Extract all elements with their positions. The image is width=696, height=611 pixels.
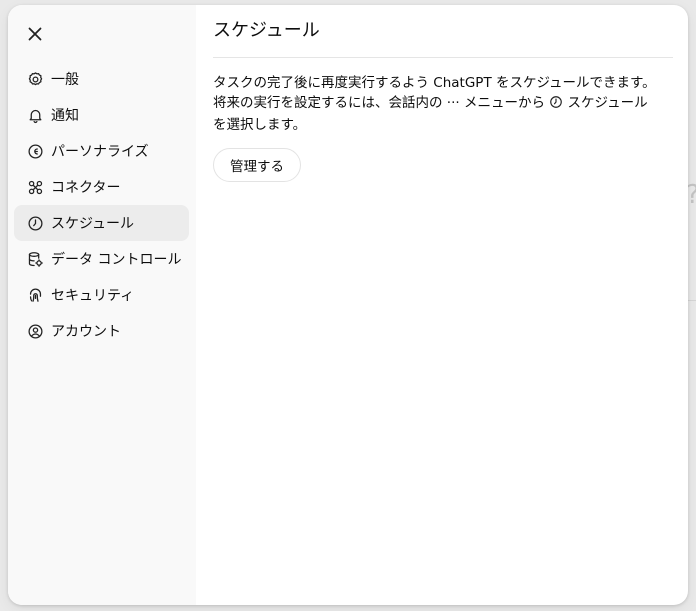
sidebar-item-label: 一般 — [51, 72, 79, 88]
background-divider — [688, 300, 696, 301]
description-line-2b: スケジュール — [563, 95, 648, 111]
settings-content: スケジュール タスクの完了後に再度実行するよう ChatGPT をスケジュールで… — [196, 5, 688, 605]
gear-icon — [26, 70, 44, 88]
title-divider — [213, 57, 673, 58]
sidebar-item-label: パーソナライズ — [51, 144, 149, 160]
manage-button[interactable]: 管理する — [213, 148, 301, 182]
database-icon — [26, 250, 44, 268]
connector-icon — [26, 178, 44, 196]
sidebar-item-label: アカウント — [51, 324, 121, 340]
personalize-icon — [26, 142, 44, 160]
sidebar-item-notifications[interactable]: 通知 — [14, 97, 189, 133]
user-circle-icon — [26, 322, 44, 340]
close-icon — [28, 27, 42, 41]
schedule-description: タスクの完了後に再度実行するよう ChatGPT をスケジュールできます。 将来… — [213, 73, 673, 135]
bell-icon — [26, 106, 44, 124]
sidebar-item-data-controls[interactable]: データ コントロール — [14, 241, 189, 277]
settings-nav: 一般 通知 パーソナライズ コネクター スケジュール データ コントロール セキ… — [14, 61, 189, 349]
description-line-3: を選択します。 — [213, 117, 307, 133]
description-line-2a: 将来の実行を設定するには、会話内の ··· メニューから — [213, 95, 550, 111]
sidebar-item-label: スケジュール — [51, 216, 135, 232]
clock-icon — [26, 214, 44, 232]
page-title: スケジュール — [213, 20, 320, 41]
sidebar-item-label: コネクター — [51, 180, 121, 196]
fingerprint-icon — [26, 286, 44, 304]
sidebar-item-label: 通知 — [51, 108, 79, 124]
sidebar-item-connectors[interactable]: コネクター — [14, 169, 189, 205]
sidebar-item-account[interactable]: アカウント — [14, 313, 189, 349]
close-button[interactable] — [24, 23, 46, 45]
sidebar-item-label: データ コントロール — [51, 252, 182, 268]
settings-dialog: 一般 通知 パーソナライズ コネクター スケジュール データ コントロール セキ… — [8, 5, 688, 605]
settings-sidebar: 一般 通知 パーソナライズ コネクター スケジュール データ コントロール セキ… — [8, 5, 196, 605]
description-line-1: タスクの完了後に再度実行するよう ChatGPT をスケジュールできます。 — [213, 75, 656, 91]
clock-icon — [549, 95, 563, 115]
sidebar-item-personalize[interactable]: パーソナライズ — [14, 133, 189, 169]
sidebar-item-schedule[interactable]: スケジュール — [14, 205, 189, 241]
sidebar-item-security[interactable]: セキュリティ — [14, 277, 189, 313]
sidebar-item-label: セキュリティ — [51, 288, 135, 304]
sidebar-item-general[interactable]: 一般 — [14, 61, 189, 97]
